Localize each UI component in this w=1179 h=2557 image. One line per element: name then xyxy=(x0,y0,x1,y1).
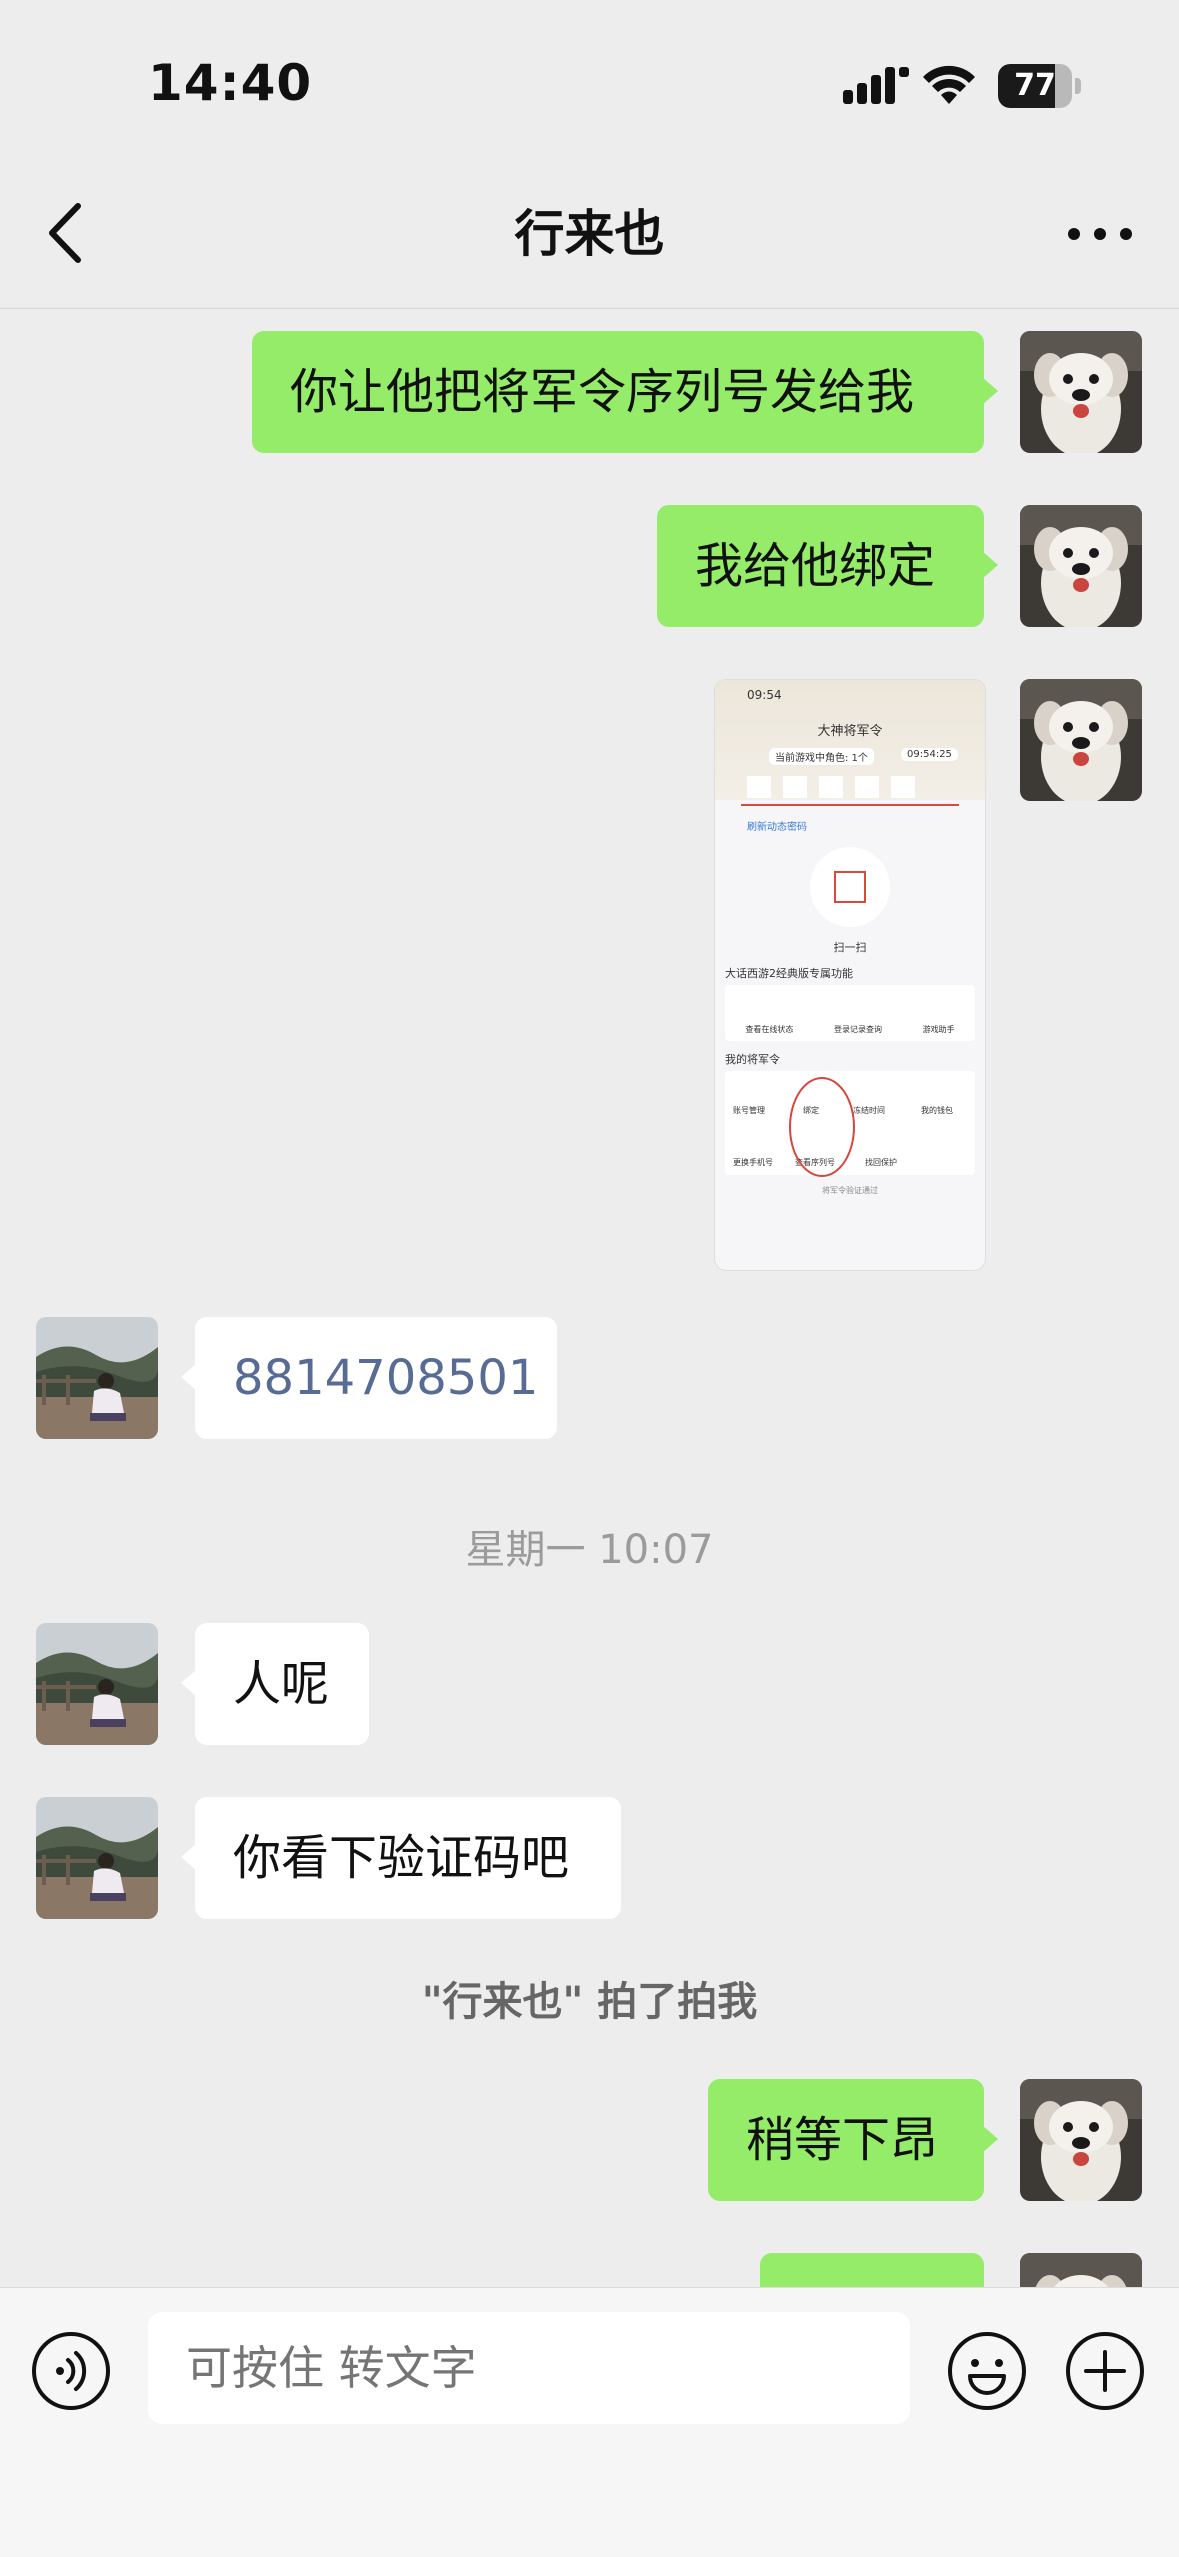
wifi-icon xyxy=(923,65,975,104)
message-list[interactable]: 你让他把将军令序列号发给我 我给他绑定 09:54 大神将军令 当前游戏中角色:… xyxy=(0,309,1179,2287)
message-timestamp: 星期一 10:07 xyxy=(465,1527,714,1573)
screenshot-footer: 将军令验证通过 xyxy=(822,1186,878,1195)
battery-percent: 77 xyxy=(1014,68,1056,103)
voice-input-icon[interactable] xyxy=(30,2330,112,2412)
screenshot-tool: 更换手机号 xyxy=(733,1158,773,1167)
message-bubble-outgoing[interactable]: 稍等下昂 xyxy=(708,2079,998,2201)
cellular-signal-icon xyxy=(843,67,909,104)
contact-avatar[interactable] xyxy=(36,1797,158,1919)
add-attachment-icon[interactable] xyxy=(1064,2330,1146,2412)
screenshot-section2: 我的将军令 xyxy=(725,1053,780,1066)
pat-notification: "行来也" 拍了拍我 xyxy=(421,1979,758,2025)
screenshot-tool: 找回保护 xyxy=(865,1158,897,1167)
chat-header: 行来也 xyxy=(0,160,1179,309)
emoji-icon[interactable] xyxy=(946,2330,1028,2412)
message-image-screenshot[interactable]: 09:54 大神将军令 当前游戏中角色: 1个 09:54:25 刷新动态密码 … xyxy=(714,679,986,1271)
screenshot-tools2: 账号管理 绑定 冻结时间 我的钱包 更换手机号 查看序列号 找回保护 xyxy=(725,1071,975,1177)
screenshot-refresh: 刷新动态密码 xyxy=(747,822,807,833)
my-avatar[interactable] xyxy=(1020,505,1142,627)
red-circle-annotation xyxy=(789,1077,855,1177)
screenshot-section1: 大话西游2经典版专属功能 xyxy=(725,967,853,980)
status-bar: 14:40 77 xyxy=(0,0,1179,160)
my-avatar[interactable] xyxy=(1020,2079,1142,2201)
screenshot-scan-label: 扫一扫 xyxy=(833,941,867,954)
more-options-icon[interactable] xyxy=(1060,204,1140,264)
screenshot-header: 09:54 大神将军令 当前游戏中角色: 1个 09:54:25 xyxy=(715,680,985,800)
back-chevron-icon[interactable] xyxy=(40,198,94,268)
my-avatar[interactable] xyxy=(1020,331,1142,453)
screenshot-tool: 查看在线状态 xyxy=(745,1025,794,1034)
status-time: 14:40 xyxy=(148,54,313,112)
screenshot-tool: 登录记录查询 xyxy=(833,1025,882,1034)
my-avatar[interactable] xyxy=(1020,679,1142,801)
message-bubble-incoming[interactable]: 人呢 xyxy=(181,1623,369,1745)
screenshot-tool: 游戏助手 xyxy=(922,1025,955,1034)
composer-bar xyxy=(0,2287,1179,2557)
screenshot-tool: 我的钱包 xyxy=(921,1106,953,1115)
message-input[interactable] xyxy=(148,2312,910,2424)
screenshot-tool: 账号管理 xyxy=(733,1106,765,1115)
screenshot-scan-button xyxy=(810,847,890,927)
screenshot-title: 大神将军令 xyxy=(817,724,883,739)
screenshot-account-hint: 当前游戏中角色: 1个 xyxy=(769,748,874,765)
contact-avatar[interactable] xyxy=(36,1317,158,1439)
screenshot-tools1: 查看在线状态 登录记录查询 游戏助手 xyxy=(725,985,975,1041)
screenshot-time: 09:54 xyxy=(747,688,782,702)
chat-title: 行来也 xyxy=(514,205,665,263)
screenshot-clock: 09:54:25 xyxy=(901,748,958,761)
message-bubble-outgoing[interactable]: 我给他绑定 xyxy=(657,505,998,627)
battery-indicator: 77 xyxy=(998,64,1081,108)
contact-avatar[interactable] xyxy=(36,1623,158,1745)
message-bubble-outgoing[interactable]: 你让他把将军令序列号发给我 xyxy=(252,331,998,453)
my-avatar[interactable] xyxy=(1020,2253,1142,2287)
screenshot-token-digits xyxy=(747,776,915,798)
message-bubble-outgoing-partial[interactable] xyxy=(760,2253,984,2287)
message-bubble-incoming[interactable]: 8814708501 xyxy=(181,1317,557,1439)
screenshot-tool: 冻结时间 xyxy=(853,1106,885,1115)
message-bubble-incoming[interactable]: 你看下验证码吧 xyxy=(181,1797,621,1919)
